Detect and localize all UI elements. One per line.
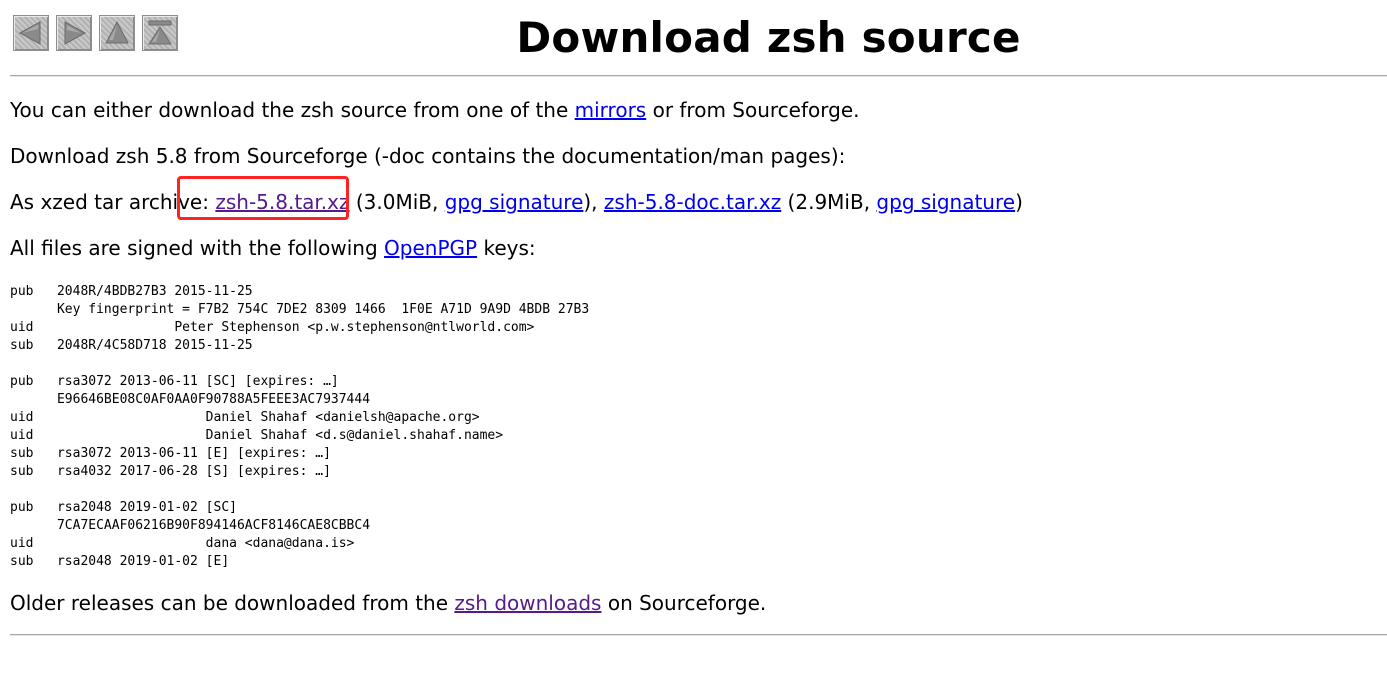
older-text: Older releases can be downloaded from th… xyxy=(10,591,455,615)
openpgp-link[interactable]: OpenPGP xyxy=(384,236,477,260)
archive-end: ) xyxy=(1015,190,1023,214)
page-title: Download zsh source xyxy=(516,13,1021,62)
zsh-tarball-size: (3.0MiB, xyxy=(349,190,445,214)
pgp-keys-block: pub 2048R/4BDB27B3 2015-11-25 Key finger… xyxy=(10,284,590,569)
archive-separator: ), xyxy=(583,190,604,214)
intro-text: You can either download the zsh source f… xyxy=(10,98,575,122)
zsh-doc-tarball-size: (2.9MiB, xyxy=(781,190,877,214)
older-text-after: on Sourceforge. xyxy=(601,591,767,615)
zsh-downloads-link[interactable]: zsh downloads xyxy=(454,591,601,615)
zsh-doc-tarball-link[interactable]: zsh-5.8-doc.tar.xz xyxy=(604,190,781,214)
zsh-tarball-link[interactable]: zsh-5.8.tar.xz xyxy=(215,190,349,214)
intro-paragraph: You can either download the zsh source f… xyxy=(10,97,860,123)
intro-text-after: or from Sourceforge. xyxy=(646,98,860,122)
mirrors-link[interactable]: mirrors xyxy=(575,98,647,122)
bottom-divider xyxy=(10,634,1387,636)
archive-paragraph: As xzed tar archive: zsh-5.8.tar.xz (3.0… xyxy=(10,189,1023,215)
top-divider xyxy=(10,75,1387,77)
download-paragraph: Download zsh 5.8 from Sourceforge (-doc … xyxy=(10,144,846,168)
older-releases-paragraph: Older releases can be downloaded from th… xyxy=(10,590,766,616)
archive-prefix: As xzed tar archive: xyxy=(10,190,216,214)
zsh-doc-signature-link[interactable]: gpg signature xyxy=(876,190,1015,214)
zsh-tarball-signature-link[interactable]: gpg signature xyxy=(445,190,584,214)
signed-paragraph: All files are signed with the following … xyxy=(10,235,536,261)
signed-text: All files are signed with the following xyxy=(10,236,385,260)
signed-text-after: keys: xyxy=(477,236,536,260)
